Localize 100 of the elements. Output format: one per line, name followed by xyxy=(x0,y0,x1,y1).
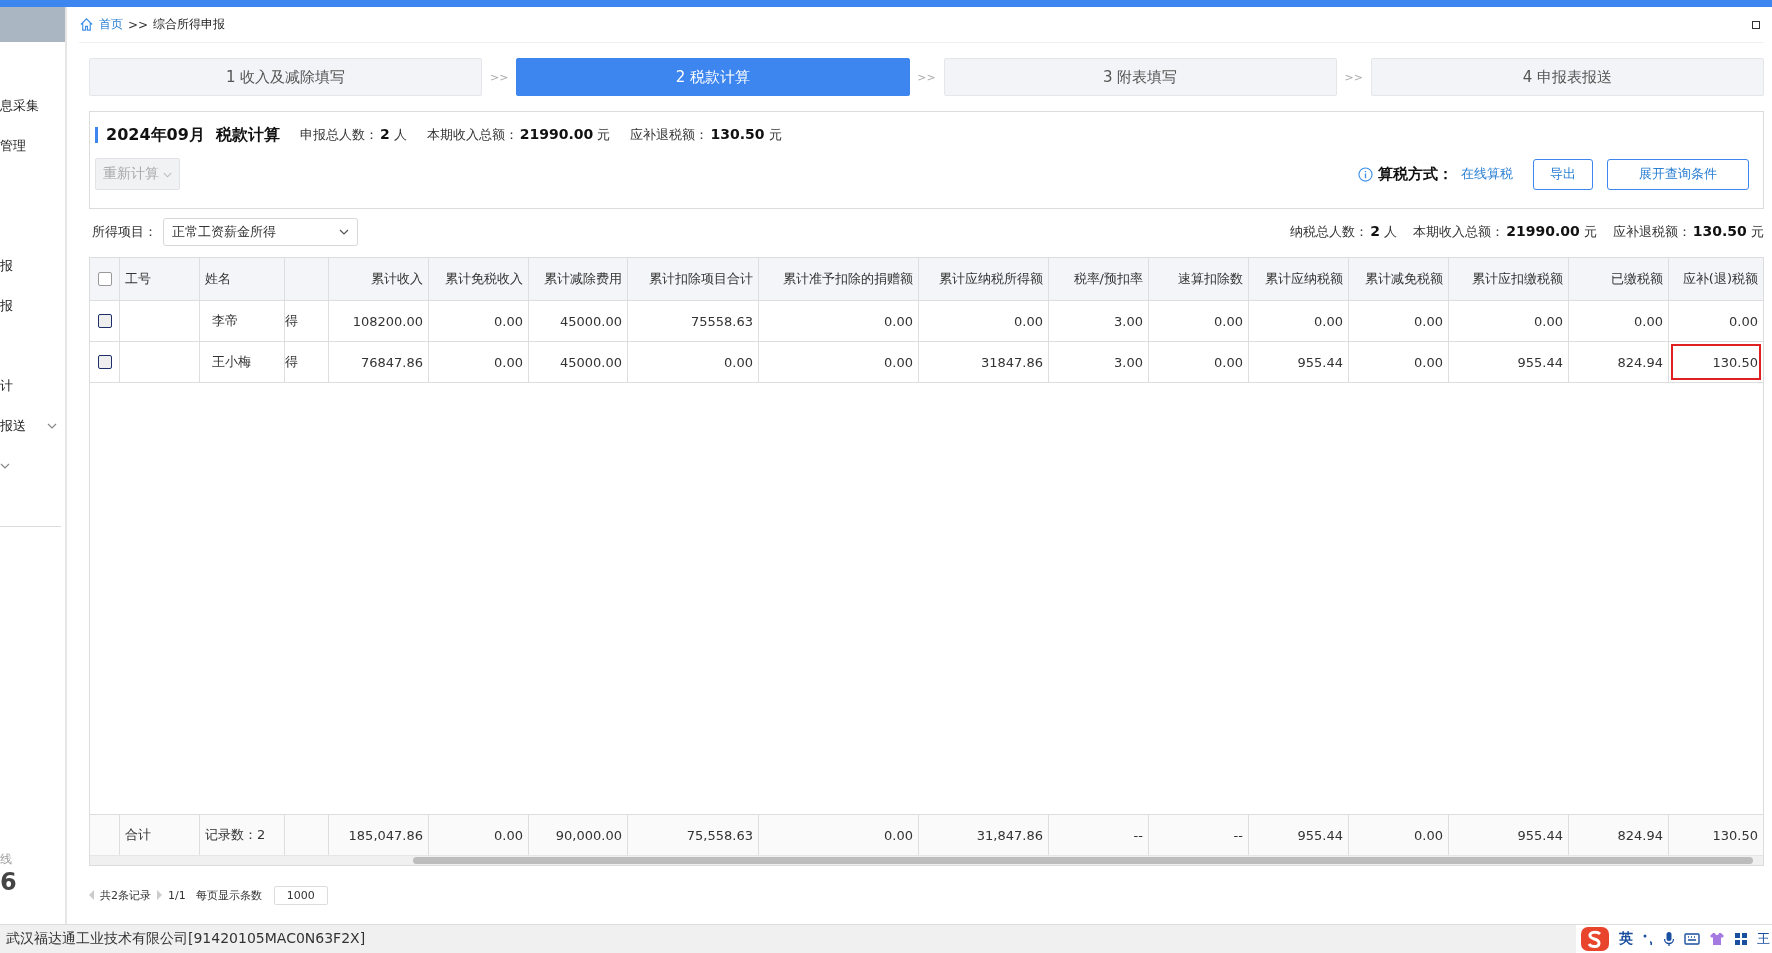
table-cell: 955.44 xyxy=(1297,354,1343,370)
method-link[interactable]: 在线算税 xyxy=(1461,165,1513,183)
method-label: 算税方式： xyxy=(1378,164,1453,184)
table-cell: 955.44 xyxy=(1517,354,1563,370)
table-cell: 0.00 xyxy=(494,354,523,370)
column-header: 已缴税额 xyxy=(1611,270,1663,288)
total-cell: 31,847.86 xyxy=(976,827,1043,843)
sidebar-item[interactable]: 息采集 xyxy=(0,97,39,115)
table-cell: 45000.00 xyxy=(559,354,622,370)
grid-icon[interactable] xyxy=(1734,932,1748,946)
table-cell: 0.00 xyxy=(1214,354,1243,370)
sidebar-item[interactable]: 报 xyxy=(0,297,13,315)
sidebar-item[interactable]: 管理 xyxy=(0,137,26,155)
table-cell: 李帝 xyxy=(212,312,238,330)
table-cell: 得 xyxy=(285,353,298,371)
keyboard-icon[interactable] xyxy=(1684,933,1700,945)
restore-icon[interactable] xyxy=(1752,20,1760,29)
table-cell: 0.00 xyxy=(1534,313,1563,329)
table-cell: 130.50 xyxy=(1712,354,1758,370)
step-separator: >> xyxy=(1343,70,1364,84)
column-header: 累计收入 xyxy=(371,270,423,288)
table-cell: 王小梅 xyxy=(212,353,251,371)
ime-text[interactable]: 王 xyxy=(1757,930,1770,948)
total-cell: 130.50 xyxy=(1712,827,1758,843)
step-separator: >> xyxy=(916,70,937,84)
outline-button[interactable]: 展开查询条件 xyxy=(1607,158,1749,190)
column-header: 累计应纳税所得额 xyxy=(939,270,1043,288)
column-header: 累计准予扣除的捐赠额 xyxy=(783,270,913,288)
step-tab[interactable]: 2 税款计算 xyxy=(516,58,910,96)
total-cell: 824.94 xyxy=(1617,827,1663,843)
sidebar-item[interactable]: 报 xyxy=(0,257,13,275)
row-checkbox[interactable] xyxy=(97,314,112,328)
table-cell: 0.00 xyxy=(1414,313,1443,329)
step-tab[interactable]: 4 申报表报送 xyxy=(1370,58,1764,96)
table-cell: 31847.86 xyxy=(980,354,1043,370)
filter-stat: 纳税总人数：2 人 xyxy=(1290,223,1398,241)
table-cell: 45000.00 xyxy=(559,313,622,329)
chevron-down-icon[interactable] xyxy=(47,423,57,429)
total-cell: 955.44 xyxy=(1517,827,1563,843)
column-header: 应补(退)税额 xyxy=(1682,270,1758,288)
ime-logo-icon[interactable] xyxy=(1580,926,1610,952)
table-cell: 0.00 xyxy=(1634,313,1663,329)
table-cell: 0.00 xyxy=(1414,354,1443,370)
table-cell: 75558.63 xyxy=(690,313,753,329)
breadcrumb-separator: >> xyxy=(128,17,149,32)
column-header: 累计减除费用 xyxy=(544,270,622,288)
column-header: 累计应扣缴税额 xyxy=(1472,270,1563,288)
column-header: 累计减免税额 xyxy=(1365,270,1443,288)
step-tab[interactable]: 3 附表填写 xyxy=(943,58,1337,96)
filter-stat: 应补退税额：130.50 元 xyxy=(1612,223,1764,241)
table-cell: 0.00 xyxy=(1314,313,1343,329)
sidebar-item[interactable]: 计 xyxy=(0,377,13,395)
step-tab[interactable]: 1 收入及减除填写 xyxy=(89,58,483,96)
summary-stat: 申报总人数：2 人 xyxy=(299,126,407,144)
home-icon[interactable] xyxy=(79,17,94,32)
info-icon xyxy=(1358,166,1373,182)
total-cell: 185,047.86 xyxy=(348,827,423,843)
column-header: 累计应纳税额 xyxy=(1265,270,1343,288)
table-cell: 108200.00 xyxy=(352,313,423,329)
per-page-field[interactable]: 1000 xyxy=(273,885,328,905)
total-cell: 0.00 xyxy=(1414,827,1443,843)
total-label: 合计 xyxy=(125,826,151,844)
record-count: 共2条记录 xyxy=(100,887,151,903)
filter-stat: 本期收入总额：21990.00 元 xyxy=(1413,223,1597,241)
table-cell: 0.00 xyxy=(884,313,913,329)
summary-stat: 本期收入总额：21990.00 元 xyxy=(426,126,611,144)
total-cell: 0.00 xyxy=(884,827,913,843)
sidebar-item[interactable]: 报送 xyxy=(0,417,26,435)
table-cell: 0.00 xyxy=(1729,313,1758,329)
chevron-down-icon[interactable] xyxy=(0,463,10,469)
select-all-checkbox[interactable] xyxy=(97,272,112,286)
income-type-select[interactable]: 正常工资薪金所得 xyxy=(163,218,358,246)
sidebar-footer-number: 6 xyxy=(0,868,18,896)
total-cell: 0.00 xyxy=(494,827,523,843)
breadcrumb-link[interactable]: 首页 xyxy=(99,16,123,33)
table-cell: 0.00 xyxy=(494,313,523,329)
row-checkbox[interactable] xyxy=(97,355,112,369)
table-cell: 76847.86 xyxy=(360,354,423,370)
page-indicator: 1/1 xyxy=(168,888,186,902)
record-count-cell: 记录数：2 xyxy=(205,826,266,844)
column-header: 累计免税收入 xyxy=(445,270,523,288)
microphone-icon[interactable] xyxy=(1663,931,1675,947)
shirt-icon[interactable] xyxy=(1709,932,1725,946)
table-cell: 0.00 xyxy=(1014,313,1043,329)
per-page-label: 每页显示条数 xyxy=(195,887,262,903)
ime-language[interactable]: 英 xyxy=(1619,930,1633,948)
total-cell: -- xyxy=(1133,827,1143,843)
outline-button[interactable]: 导出 xyxy=(1533,158,1593,190)
column-header: 累计扣除项目合计 xyxy=(649,270,753,288)
chevron-down-icon xyxy=(163,172,173,178)
chevron-down-icon xyxy=(339,229,349,235)
horizontal-scrollbar[interactable] xyxy=(90,855,1763,865)
punctuation-icon[interactable] xyxy=(1642,932,1654,946)
company-name: 武汉福达通工业技术有限公司[91420105MAC0N63F2X] xyxy=(6,930,366,948)
total-cell: 90,000.00 xyxy=(555,827,622,843)
column-header: 工号 xyxy=(125,270,151,288)
table-cell: 得 xyxy=(285,312,298,330)
column-header: 姓名 xyxy=(205,270,231,288)
total-cell: 955.44 xyxy=(1297,827,1343,843)
table-cell: 3.00 xyxy=(1114,354,1143,370)
